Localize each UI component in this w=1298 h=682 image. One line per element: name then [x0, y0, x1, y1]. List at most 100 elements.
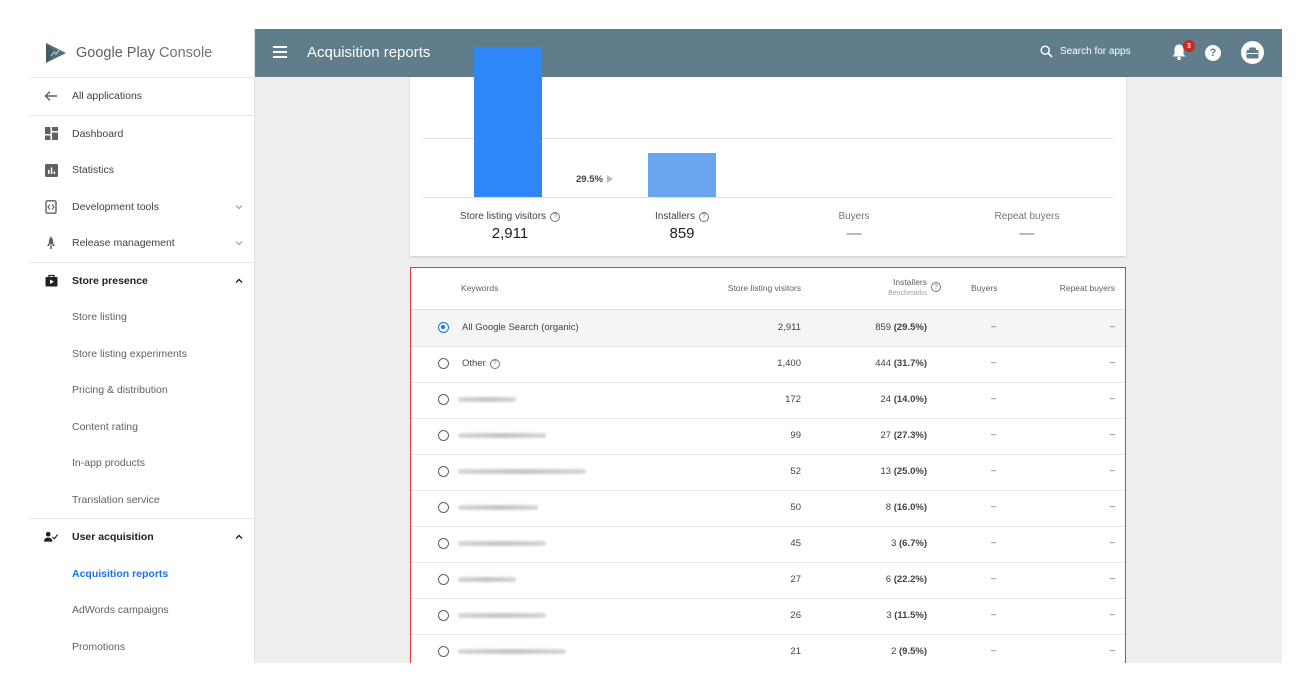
installers-cell: 2 (9.5%)	[891, 646, 927, 657]
table-row[interactable]: 52 13 (25.0%) – –	[411, 454, 1125, 491]
search-box[interactable]: Search for apps	[1040, 45, 1131, 58]
keyword-cell: All Google Search (organic)	[462, 322, 579, 333]
sidebar-item-label: Translation service	[72, 493, 160, 506]
bar-store-listing-visitors[interactable]	[474, 47, 542, 197]
installers-percent: (27.3%)	[893, 430, 927, 441]
help-circle-icon[interactable]: ?	[550, 211, 561, 222]
sidebar-item-label: Release management	[72, 237, 175, 250]
row-radio[interactable]	[438, 646, 449, 657]
installers-percent: (14.0%)	[893, 394, 927, 405]
table-row[interactable]: 21 2 (9.5%) – –	[411, 634, 1125, 663]
sidebar-item-development-tools[interactable]: Development tools	[30, 189, 254, 226]
sidebar-item-pricing-distribution[interactable]: Pricing & distribution	[30, 372, 254, 409]
sidebar-item-in-app-products[interactable]: In-app products	[30, 445, 254, 482]
sidebar-item-store-listing[interactable]: Store listing	[30, 299, 254, 336]
sidebar-item-label: Acquisition reports	[72, 567, 169, 580]
column-header-buyers[interactable]: Buyers	[971, 283, 997, 293]
sidebar-item-label: Store listing experiments	[72, 347, 187, 360]
sidebar-item-content-rating[interactable]: Content rating	[30, 409, 254, 446]
bar-installers[interactable]	[648, 152, 716, 197]
table-row[interactable]: 27 6 (22.2%) – –	[411, 562, 1125, 599]
table-row[interactable]: 172 24 (14.0%) – –	[411, 382, 1125, 419]
keywords-table: Keywords Store listing visitors Installe…	[410, 267, 1126, 663]
installers-count: 6	[885, 574, 892, 585]
installers-cell: 24 (14.0%)	[881, 394, 927, 405]
column-header-repeat-buyers[interactable]: Repeat buyers	[1060, 283, 1115, 293]
installers-count: 444	[875, 358, 892, 369]
column-header-store-listing-visitors[interactable]: Store listing visitors	[728, 283, 801, 293]
repeat-buyers-cell: –	[1109, 501, 1115, 512]
top-app-bar: Acquisition reports Search for apps 3 ?	[255, 29, 1282, 77]
brand[interactable]: Google Play Console	[30, 29, 254, 78]
sidebar-item-acquisition-reports[interactable]: Acquisition reports	[30, 556, 254, 593]
repeat-buyers-cell: –	[1109, 573, 1115, 584]
table-row[interactable]: All Google Search (organic) 2,911 859 (29.…	[411, 310, 1125, 347]
help-circle-icon[interactable]: ?	[699, 211, 709, 222]
chevron-up-icon[interactable]	[234, 276, 244, 286]
installers-percent: (9.5%)	[899, 646, 927, 657]
sidebar-item-label: All applications	[72, 90, 143, 103]
buyers-cell: –	[991, 537, 997, 548]
buyers-cell: –	[991, 501, 997, 512]
help-circle-icon[interactable]: ?	[931, 282, 941, 292]
column-header-installers[interactable]: Installers Benchmarks	[888, 277, 927, 299]
sidebar-section-store-presence[interactable]: Store presence	[30, 263, 254, 300]
conversion-arrow-icon	[607, 175, 613, 183]
sidebar-item-adwords-campaigns[interactable]: AdWords campaigns	[30, 592, 254, 629]
sidebar-item-dashboard[interactable]: Dashboard	[30, 116, 254, 153]
chevron-down-icon[interactable]	[234, 238, 244, 248]
table-row[interactable]: Other? 1,400 444 (31.7%) – –	[411, 346, 1125, 383]
visitors-cell: 1,400	[777, 358, 801, 369]
table-row[interactable]: 50 8 (16.0%) – –	[411, 490, 1125, 527]
table-row[interactable]: 26 3 (11.5%) – –	[411, 598, 1125, 635]
sidebar-section-user-acquisition[interactable]: User acquisition	[30, 519, 254, 556]
row-radio[interactable]	[438, 466, 449, 477]
row-radio[interactable]	[438, 322, 449, 333]
app-window: Google Play Console All applications Das…	[30, 29, 1282, 663]
row-radio[interactable]	[438, 430, 449, 441]
metric-buyers: Buyers —	[814, 211, 894, 242]
chevron-up-icon[interactable]	[234, 532, 244, 542]
sidebar-item-release-management[interactable]: Release management	[30, 225, 254, 262]
installers-percent: (25.0%)	[893, 466, 927, 477]
column-header-label: Installers	[892, 277, 927, 287]
visitors-cell: 50	[790, 502, 801, 513]
row-radio[interactable]	[438, 610, 449, 621]
menu-icon[interactable]	[273, 46, 287, 58]
table-row[interactable]: 45 3 (6.7%) – –	[411, 526, 1125, 563]
row-radio[interactable]	[438, 502, 449, 513]
search-icon	[1040, 45, 1053, 58]
installers-count: 8	[885, 502, 892, 513]
buyers-cell: –	[991, 429, 997, 440]
search-placeholder: Search for apps	[1060, 46, 1131, 57]
avatar[interactable]	[1241, 41, 1264, 64]
row-radio[interactable]	[438, 538, 449, 549]
buyers-cell: –	[991, 609, 997, 620]
sidebar-item-all-applications[interactable]: All applications	[30, 78, 254, 116]
sidebar-item-promotions[interactable]: Promotions	[30, 629, 254, 664]
rocket-icon	[44, 236, 58, 250]
row-radio[interactable]	[438, 358, 449, 369]
chevron-down-icon[interactable]	[234, 202, 244, 212]
dashboard-icon	[44, 127, 58, 141]
row-radio[interactable]	[438, 574, 449, 585]
column-header-keywords[interactable]: Keywords	[461, 283, 498, 293]
sidebar-item-translation-service[interactable]: Translation service	[30, 482, 254, 519]
help-icon[interactable]: ?	[1205, 45, 1221, 61]
installers-percent: (11.5%)	[894, 610, 927, 621]
redacted-keyword	[458, 577, 516, 582]
visitors-cell: 52	[790, 466, 801, 477]
user-acquisition-icon	[44, 530, 58, 544]
row-radio[interactable]	[438, 394, 449, 405]
sidebar-item-store-listing-experiments[interactable]: Store listing experiments	[30, 336, 254, 373]
installers-cell: 3 (6.7%)	[891, 538, 927, 549]
sidebar-item-statistics[interactable]: Statistics	[30, 152, 254, 189]
help-circle-icon[interactable]: ?	[489, 358, 500, 369]
visitors-cell: 2,911	[777, 322, 801, 333]
brand-name: Google Play Console	[76, 45, 212, 61]
installers-percent: (29.5%)	[893, 322, 927, 333]
brand-name-part2: Console	[159, 45, 213, 61]
installers-count: 859	[875, 322, 892, 333]
redacted-keyword	[458, 649, 566, 654]
table-row[interactable]: 99 27 (27.3%) – –	[411, 418, 1125, 455]
